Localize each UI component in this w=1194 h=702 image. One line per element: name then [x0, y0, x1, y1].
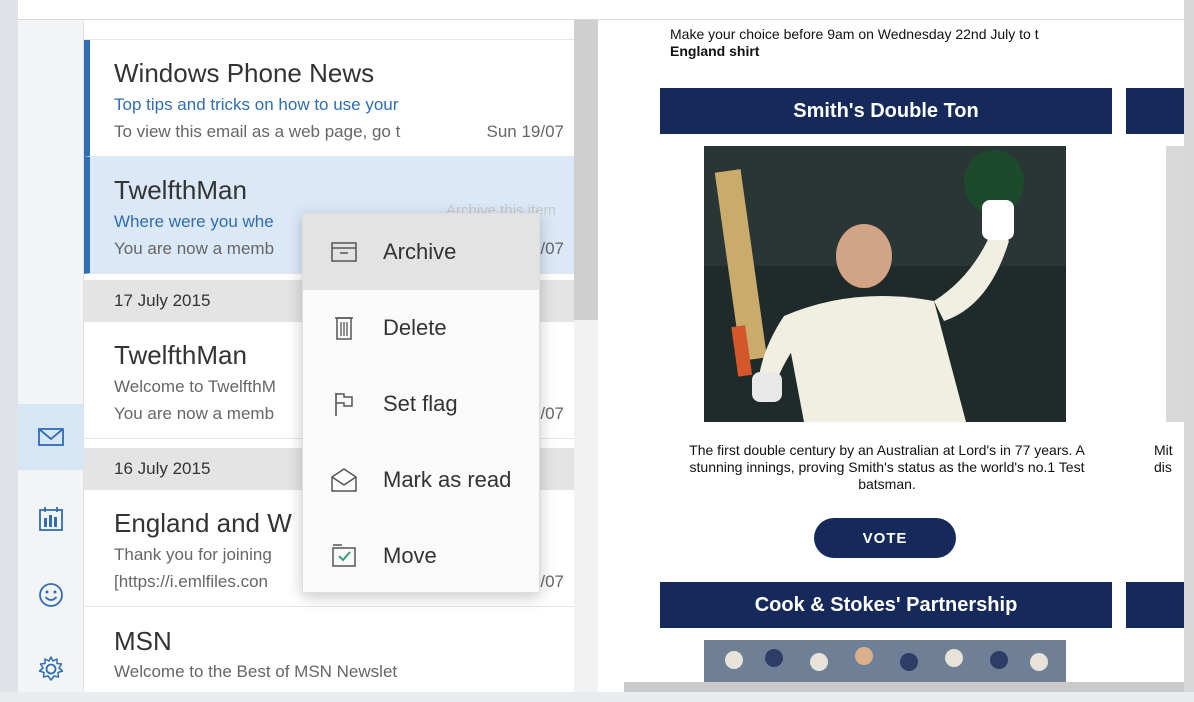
- cut-photo: [1166, 146, 1184, 422]
- mail-app-window: Windows Phone News Top tips and tricks o…: [0, 0, 1194, 692]
- scroll-thumb[interactable]: [574, 20, 598, 320]
- navigation-rail: [18, 20, 84, 692]
- window-edge: [1184, 0, 1194, 692]
- card-title: Cook & Stokes' Partnership: [660, 582, 1112, 628]
- card-title-cut: [1126, 582, 1184, 628]
- card-title-cut: [1126, 88, 1184, 134]
- list-scrollbar[interactable]: [574, 20, 598, 692]
- intro-bold-text: England shirt: [670, 43, 760, 59]
- message-date: /07: [540, 239, 564, 258]
- message-subject: Top tips and tricks on how to use your: [114, 95, 399, 114]
- calendar-icon[interactable]: [18, 486, 84, 552]
- menu-item-set-flag[interactable]: Set flag: [303, 366, 539, 442]
- message-date: /07: [540, 572, 564, 591]
- folder-move-icon: [332, 544, 356, 567]
- trash-icon: [335, 317, 353, 340]
- menu-item-move[interactable]: Move: [303, 518, 539, 594]
- email-intro: Make your choice before 9am on Wednesday…: [670, 26, 1184, 60]
- top-toolbar: [18, 0, 1184, 20]
- horizontal-scrollbar[interactable]: [624, 682, 1184, 692]
- context-menu: Archive Delete Set flag Mark as read Mov…: [302, 213, 540, 593]
- list-item[interactable]: MSN Welcome to the Best of MSN Newslet: [84, 610, 574, 692]
- message-sender: Windows Phone News: [114, 58, 375, 88]
- message-preview: To view this email as a web page, go t: [114, 122, 401, 141]
- archive-icon: [331, 242, 357, 262]
- message-date: Sun 19/07: [486, 122, 564, 141]
- menu-item-label: Set flag: [383, 391, 458, 416]
- menu-item-delete[interactable]: Delete: [303, 290, 539, 366]
- menu-item-label: Move: [383, 543, 437, 568]
- flag-icon: [335, 393, 353, 416]
- list-item-partial[interactable]: [84, 20, 574, 40]
- message-sender: MSN: [114, 626, 172, 656]
- cricketer-photo: [704, 146, 1066, 422]
- smiley-icon[interactable]: [18, 562, 84, 628]
- menu-item-archive[interactable]: Archive: [303, 214, 539, 290]
- cut-caption-line: dis: [1154, 459, 1172, 475]
- cut-caption-line: Mit: [1154, 442, 1173, 458]
- card-title: Smith's Double Ton: [660, 88, 1112, 134]
- gear-icon[interactable]: [18, 636, 84, 702]
- list-item[interactable]: Windows Phone News Top tips and tricks o…: [84, 40, 574, 157]
- message-subject: Welcome to the Best of MSN Newslet: [114, 662, 398, 681]
- menu-item-label: Delete: [383, 315, 447, 340]
- message-sender: England and W: [114, 508, 292, 538]
- message-sender: TwelfthMan: [114, 175, 247, 205]
- mail-icon[interactable]: [18, 404, 84, 470]
- menu-item-label: Archive: [383, 239, 457, 264]
- vote-button[interactable]: VOTE: [814, 518, 956, 558]
- envelope-open-icon: [331, 468, 357, 492]
- menu-item-mark-as-read[interactable]: Mark as read: [303, 442, 539, 518]
- intro-text: Make your choice before 9am on Wednesday…: [670, 26, 1039, 42]
- menu-item-label: Mark as read: [383, 467, 512, 492]
- message-sender: TwelfthMan: [114, 340, 247, 370]
- card-caption: The first double century by an Australia…: [689, 442, 1085, 492]
- reading-pane: Make your choice before 9am on Wednesday…: [598, 20, 1184, 692]
- message-date: /07: [540, 404, 564, 423]
- cut-caption: Mit dis: [1154, 442, 1184, 476]
